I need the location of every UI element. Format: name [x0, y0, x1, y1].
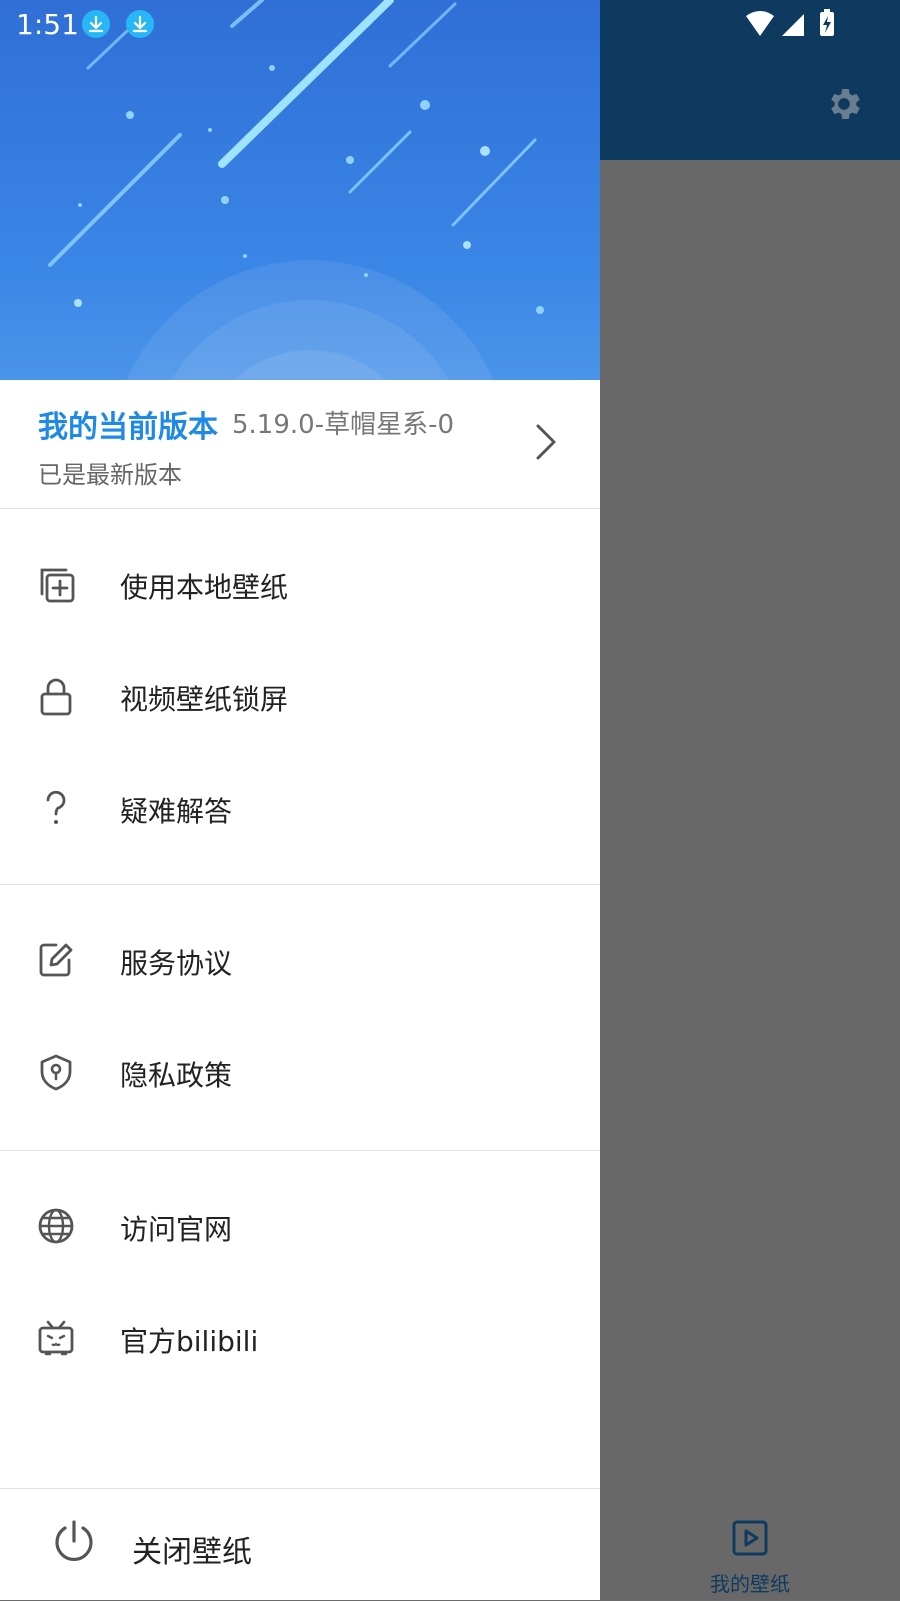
menu-item-service-agreement[interactable]: 服务协议 — [0, 904, 600, 1016]
menu-item-label: 隐私政策 — [120, 1059, 233, 1092]
menu-item-label: 使用本地壁纸 — [120, 571, 289, 604]
version-title: 我的当前版本 — [38, 410, 218, 445]
version-info[interactable]: 我的当前版本 5.19.0-草帽星系-0 已是最新版本 — [0, 380, 600, 509]
wifi-icon — [746, 11, 774, 36]
drawer-header-banner — [0, 0, 600, 380]
tab-my-wallpapers[interactable]: 我的壁纸 — [700, 1520, 800, 1597]
close-wallpaper-label: 关闭壁纸 — [132, 1535, 252, 1570]
status-bar: 1:51 — [0, 0, 900, 48]
menu-item-label: 官方bilibili — [120, 1325, 259, 1358]
cell-signal-icon — [782, 14, 804, 36]
play-box-icon — [732, 1520, 768, 1556]
navigation-drawer: 我的当前版本 5.19.0-草帽星系-0 已是最新版本 使用本地壁纸 视频壁纸锁… — [0, 0, 600, 1600]
bilibili-tv-icon — [38, 1320, 74, 1356]
menu-item-local-wallpaper[interactable]: 使用本地壁纸 — [0, 528, 600, 640]
section-divider — [0, 884, 600, 885]
download-notification-icon — [126, 10, 154, 38]
add-copy-icon — [40, 568, 75, 603]
menu-item-label: 服务协议 — [120, 947, 233, 980]
section-divider — [0, 1150, 600, 1151]
status-time: 1:51 — [16, 8, 79, 41]
status-indicators — [746, 9, 834, 36]
download-notification-icon — [82, 10, 110, 38]
lock-icon — [40, 678, 72, 716]
menu-item-bilibili[interactable]: 官方bilibili — [0, 1282, 600, 1394]
bottom-nav: 我的壁纸 — [600, 1490, 900, 1600]
power-icon — [55, 1520, 93, 1562]
menu-item-label: 视频壁纸锁屏 — [120, 683, 289, 716]
version-number: 5.19.0-草帽星系-0 — [232, 410, 455, 440]
meteor-illustration — [48, 0, 544, 380]
menu-item-official-site[interactable]: 访问官网 — [0, 1170, 600, 1282]
settings-gear-icon[interactable] — [824, 84, 864, 124]
menu-item-troubleshooting[interactable]: 疑难解答 — [0, 752, 600, 864]
menu-item-label: 疑难解答 — [120, 795, 233, 828]
shield-icon — [40, 1054, 72, 1091]
chevron-right-icon — [536, 424, 556, 460]
menu-item-privacy-policy[interactable]: 隐私政策 — [0, 1016, 600, 1128]
question-icon — [46, 790, 66, 824]
globe-icon — [38, 1208, 74, 1244]
version-status: 已是最新版本 — [38, 461, 182, 489]
tab-label: 我的壁纸 — [710, 1572, 790, 1596]
close-wallpaper-button[interactable]: 关闭壁纸 — [0, 1488, 600, 1601]
menu-item-video-lockscreen[interactable]: 视频壁纸锁屏 — [0, 640, 600, 752]
menu-item-label: 访问官网 — [120, 1213, 233, 1246]
edit-document-icon — [39, 943, 73, 977]
